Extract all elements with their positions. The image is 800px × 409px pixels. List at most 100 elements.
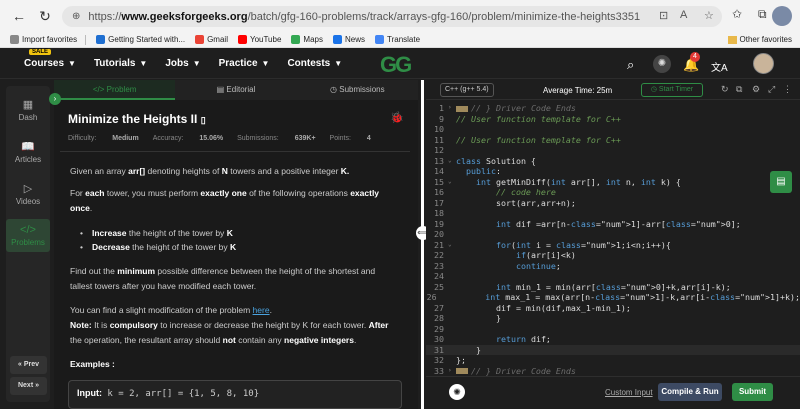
reload-icon[interactable]: ↻ xyxy=(32,3,58,29)
settings-icon[interactable]: ⚙ xyxy=(752,84,760,95)
fold-chevron-icon[interactable]: › xyxy=(448,103,456,114)
copy-icon[interactable]: ⧉ xyxy=(736,84,742,95)
code-line[interactable]: 9 // User function template for C++ xyxy=(426,114,800,125)
code-line[interactable]: 20 xyxy=(426,229,800,240)
fold-chevron-icon[interactable]: ⌄ xyxy=(448,177,456,188)
collections-icon[interactable]: ⧉ xyxy=(758,7,767,22)
gfg-logo[interactable]: GG xyxy=(380,52,412,78)
code-line[interactable]: 11 // User function template for C++ xyxy=(426,135,800,146)
submit-button[interactable]: Submit xyxy=(732,383,773,401)
code-text: // User function template for C++ xyxy=(456,134,621,145)
code-line[interactable]: 29 xyxy=(426,324,800,335)
code-line[interactable]: 30 return dif; xyxy=(426,334,800,345)
other-favorites[interactable]: Other favorites xyxy=(727,35,792,44)
problem-link[interactable]: here xyxy=(253,305,270,315)
read-aloud-icon[interactable]: A xyxy=(680,9,687,21)
code-line[interactable]: 33 ›// } Driver Code Ends xyxy=(426,366,800,377)
code-line[interactable]: 31 } xyxy=(426,344,800,355)
compile-run-button[interactable]: Compile & Run xyxy=(658,383,722,401)
bookmark-translate[interactable]: Translate xyxy=(374,35,420,44)
code-line[interactable]: 14 public: xyxy=(426,166,800,177)
fullscreen-icon[interactable]: ⤢ xyxy=(768,84,775,95)
code-line[interactable]: 16 // code here xyxy=(426,187,800,198)
code-line[interactable]: 17 sort(arr,arr+n); xyxy=(426,198,800,209)
code-line[interactable]: 15 ⌄ int getMinDiff(int arr[], int n, int… xyxy=(426,177,800,188)
custom-input-link[interactable]: Custom Input xyxy=(605,388,653,397)
chat-icon[interactable]: ▤ xyxy=(770,171,792,193)
bug-report-icon[interactable]: 🐞 xyxy=(390,111,404,124)
menu-courses[interactable]: SALE Courses ▼ xyxy=(24,48,76,69)
code-line[interactable]: 28 } xyxy=(426,313,800,324)
fold-chevron-icon[interactable]: ⌄ xyxy=(448,240,456,251)
hint-bulb-icon[interactable]: ✺ xyxy=(449,384,465,400)
prev-button[interactable]: « Prev xyxy=(10,356,47,374)
rail-item-articles[interactable]: 📖 Articles xyxy=(6,140,50,164)
fold-gutter xyxy=(448,271,456,282)
fold-chevron-icon[interactable]: ⌄ xyxy=(448,156,456,167)
bookmark-getting-started[interactable]: Getting Started with... xyxy=(96,35,185,44)
profile-avatar[interactable] xyxy=(772,6,792,26)
rail-item-problems[interactable]: </> Problems xyxy=(6,219,50,252)
favorites-icon[interactable]: ✩ xyxy=(732,7,742,21)
site-info-icon[interactable]: ⊕ xyxy=(72,11,80,22)
rail-item-videos[interactable]: ▷ Videos xyxy=(6,182,50,206)
start-timer-button[interactable]: ◷ Start Timer xyxy=(641,83,703,97)
code-line[interactable]: 21 ⌄ for(int i = class="num">1;i<n;i++){ xyxy=(426,240,800,251)
code-line[interactable]: 1 ›// } Driver Code Ends xyxy=(426,103,800,114)
code-text: int max_1 = max(arr[n-class="num">1]-k,a… xyxy=(485,292,800,302)
fold-gutter xyxy=(448,282,456,293)
bookmark-import-favorites[interactable]: Import favorites xyxy=(10,35,77,44)
code-line[interactable]: 24 xyxy=(426,271,800,282)
code-line[interactable]: 23 continue; xyxy=(426,261,800,272)
address-bar[interactable]: ⊕ https://www.geeksforgeeks.org/batch/gf… xyxy=(62,6,722,27)
next-button[interactable]: Next » xyxy=(10,377,47,395)
code-text: for(int i = class="num">1;i<n;i++){ xyxy=(495,239,671,250)
translate-page-icon[interactable]: 文A xyxy=(711,59,728,74)
panel-resizer[interactable] xyxy=(421,80,424,409)
menu-contests[interactable]: Contests ▼ xyxy=(287,58,342,69)
theme-toggle-icon[interactable]: ✺ xyxy=(653,55,671,73)
more-icon[interactable]: ⋮ xyxy=(783,84,792,95)
bookmark-icon[interactable]: ▯ xyxy=(201,115,206,125)
bookmark-news[interactable]: News xyxy=(332,35,365,44)
bookmark-youtube[interactable]: YouTube xyxy=(237,35,281,44)
code-line[interactable]: 18 xyxy=(426,208,800,219)
line-number: 18 xyxy=(434,208,444,218)
tab-editorial[interactable]: ▤ Editorial xyxy=(175,80,296,100)
code-line[interactable]: 27 dif = min(dif,max_1-min_1); xyxy=(426,303,800,314)
refresh-icon[interactable]: ↻ xyxy=(721,84,729,95)
tab-problem[interactable]: </> Problem xyxy=(54,80,176,100)
bookmark-maps[interactable]: Maps xyxy=(291,35,323,44)
favorite-star-icon[interactable]: ☆ xyxy=(704,9,714,22)
code-line[interactable]: 32}; xyxy=(426,355,800,366)
line-number: 1 xyxy=(439,103,444,113)
youtube-icon xyxy=(237,35,247,44)
back-icon[interactable]: ← xyxy=(6,3,32,29)
notification-badge: 4 xyxy=(690,52,700,62)
code-line[interactable]: 12 xyxy=(426,145,800,156)
bookmark-separator xyxy=(85,34,87,45)
user-avatar[interactable] xyxy=(753,53,774,74)
menu-tutorials[interactable]: Tutorials ▼ xyxy=(94,58,147,69)
line-number: 31 xyxy=(434,344,444,355)
menu-jobs[interactable]: Jobs ▼ xyxy=(165,58,200,69)
code-icon: </> xyxy=(20,224,36,236)
tab-submissions[interactable]: ◷ Submissions xyxy=(297,80,418,100)
code-line[interactable]: 19 int dif =arr[n-class="num">1]-arr[cla… xyxy=(426,219,800,230)
reader-icon[interactable]: ⊡ xyxy=(659,9,668,22)
language-select[interactable]: C++ (g++ 5.4) xyxy=(440,83,494,97)
code-line[interactable]: 26 int max_1 = max(arr[n-class="num">1]-… xyxy=(426,292,800,303)
code-text: return dif; xyxy=(495,334,551,344)
line-number: 26 xyxy=(426,292,437,302)
code-line[interactable]: 10 xyxy=(426,124,800,135)
menu-practice[interactable]: Practice ▼ xyxy=(219,58,270,69)
code-line[interactable]: 13 ⌄ class Solution { xyxy=(426,156,800,167)
bookmark-gmail[interactable]: Gmail xyxy=(195,35,228,44)
fold-chevron-icon[interactable]: › xyxy=(448,366,456,377)
code-area[interactable]: 1 ›// } Driver Code Ends 9// User function… xyxy=(426,103,800,376)
code-line[interactable]: 25 int min_1 = min(arr[class="num">0]+k,… xyxy=(426,282,800,293)
rail-item-dash[interactable]: ▦ Dash xyxy=(6,98,50,122)
expand-panel-icon[interactable]: › xyxy=(49,93,61,105)
search-icon[interactable]: ⌕ xyxy=(627,57,634,73)
code-line[interactable]: 22 if(arr[i]<k) xyxy=(426,250,800,261)
